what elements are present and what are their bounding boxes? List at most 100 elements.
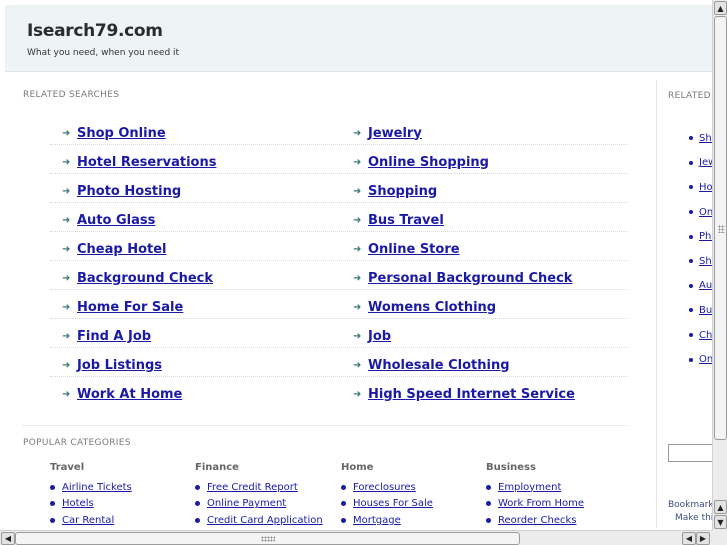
search-link[interactable]: Personal Background Check	[368, 271, 572, 286]
category-link[interactable]: Airline Tickets	[62, 482, 132, 493]
related-searches-heading: RELATED SEARCHES	[23, 90, 120, 100]
sidebar-link[interactable]: Pho	[699, 231, 713, 242]
list-item[interactable]: Employment	[486, 479, 626, 496]
category-link[interactable]: Hotels	[62, 498, 94, 509]
search-link[interactable]: Shopping	[368, 184, 437, 199]
list-item[interactable]: Online Payment	[195, 496, 335, 513]
search-link[interactable]: Jewelry	[368, 126, 422, 141]
sidebar-link[interactable]: Sho	[699, 133, 713, 144]
link-item[interactable]: ➜ Work At Home	[62, 386, 182, 402]
link-item[interactable]: ➜ Jewelry	[353, 125, 422, 141]
list-item[interactable]: On	[689, 200, 713, 225]
category-link[interactable]: Mortgage	[353, 515, 401, 526]
list-item[interactable]: Sho	[689, 126, 713, 151]
link-item[interactable]: ➜ Womens Clothing	[353, 299, 496, 315]
category-link[interactable]: Free Credit Report	[207, 482, 298, 493]
horizontal-scroll-thumb[interactable]	[15, 532, 520, 545]
list-item[interactable]: Bus	[689, 298, 713, 323]
search-link[interactable]: Shop Online	[77, 126, 166, 141]
sidebar-link[interactable]: Ho	[699, 182, 713, 193]
list-item[interactable]: Mortgage	[341, 512, 481, 529]
link-item[interactable]: ➜ Online Shopping	[353, 154, 489, 170]
link-item[interactable]: ➜ Cheap Hotel	[62, 241, 167, 257]
category-link[interactable]: Credit Card Application	[207, 515, 323, 526]
link-item[interactable]: ➜ Find A Job	[62, 328, 151, 344]
sidebar-link[interactable]: On	[699, 207, 713, 218]
list-item[interactable]: Aut	[689, 274, 713, 299]
list-item[interactable]: Sho	[689, 249, 713, 274]
link-item[interactable]: ➜ Shopping	[353, 183, 437, 199]
triangle-up-icon[interactable]: ▲	[714, 1, 727, 15]
search-link[interactable]: Hotel Reservations	[77, 155, 216, 170]
search-link[interactable]: Job Listings	[77, 358, 162, 373]
search-link[interactable]: Auto Glass	[77, 213, 155, 228]
category-link[interactable]: Work From Home	[498, 498, 584, 509]
category-link[interactable]: Reorder Checks	[498, 515, 576, 526]
list-item[interactable]: On	[689, 347, 713, 372]
list-item[interactable]: Work From Home	[486, 496, 626, 513]
triangle-down-icon[interactable]: ▼	[714, 515, 727, 529]
search-link[interactable]: Find A Job	[77, 329, 151, 344]
sidebar-link[interactable]: Sho	[699, 256, 713, 267]
search-link[interactable]: Cheap Hotel	[77, 242, 167, 257]
sidebar-link[interactable]: Aut	[699, 280, 713, 291]
list-item[interactable]: Houses For Sale	[341, 496, 481, 513]
triangle-left-icon[interactable]: ◀	[682, 532, 696, 545]
link-item[interactable]: ➜ Personal Background Check	[353, 270, 572, 286]
list-item[interactable]: Pho	[689, 224, 713, 249]
make-homepage-link[interactable]: Make thi	[668, 512, 713, 525]
search-link[interactable]: Background Check	[77, 271, 213, 286]
category-link[interactable]: Car Rental	[62, 515, 114, 526]
search-link[interactable]: Bus Travel	[368, 213, 444, 228]
list-item[interactable]: Car Rental	[50, 512, 190, 529]
category-link[interactable]: Foreclosures	[353, 482, 416, 493]
category-link[interactable]: Employment	[498, 482, 561, 493]
list-item[interactable]: Hotels	[50, 496, 190, 513]
bookmark-link[interactable]: Bookmark	[668, 499, 713, 512]
vertical-scroll-thumb[interactable]	[714, 16, 727, 440]
category-link[interactable]: Online Payment	[207, 498, 286, 509]
search-link[interactable]: Work At Home	[77, 387, 182, 402]
search-link[interactable]: Job	[368, 329, 391, 344]
site-tagline: What you need, when you need it	[27, 48, 180, 58]
link-item[interactable]: ➜ Photo Hosting	[62, 183, 181, 199]
triangle-right-icon[interactable]: ▶	[696, 532, 710, 545]
link-item[interactable]: ➜ Background Check	[62, 270, 213, 286]
search-link[interactable]: High Speed Internet Service	[368, 387, 575, 402]
list-item[interactable]: Ch	[689, 323, 713, 348]
sidebar-link[interactable]: On	[699, 354, 713, 365]
site-title[interactable]: Isearch79.com	[27, 21, 163, 41]
search-link[interactable]: Online Store	[368, 242, 460, 257]
sidebar-link[interactable]: Jew	[699, 157, 713, 168]
list-item[interactable]: Credit Card Application	[195, 512, 335, 529]
list-item[interactable]: Ho	[689, 175, 713, 200]
triangle-left-icon[interactable]: ◀	[1, 532, 15, 545]
sidebar-link[interactable]: Ch	[699, 330, 712, 341]
search-link[interactable]: Womens Clothing	[368, 300, 496, 315]
list-item[interactable]: Free Credit Report	[195, 479, 335, 496]
vertical-scrollbar[interactable]: ▲ ▲ ▼	[712, 0, 727, 530]
link-item[interactable]: ➜ Job Listings	[62, 357, 162, 373]
link-item[interactable]: ➜ High Speed Internet Service	[353, 386, 575, 402]
horizontal-scrollbar[interactable]: ◀ ◀ ▶	[0, 530, 712, 545]
link-item[interactable]: ➜ Hotel Reservations	[62, 154, 216, 170]
category-link[interactable]: Houses For Sale	[353, 498, 433, 509]
search-link[interactable]: Home For Sale	[77, 300, 183, 315]
link-item[interactable]: ➜ Shop Online	[62, 125, 166, 141]
link-item[interactable]: ➜ Bus Travel	[353, 212, 444, 228]
sidebar-link[interactable]: Bus	[699, 305, 713, 316]
link-item[interactable]: ➜ Auto Glass	[62, 212, 155, 228]
sidebar-search-input[interactable]	[668, 444, 713, 462]
search-link[interactable]: Online Shopping	[368, 155, 489, 170]
search-link[interactable]: Wholesale Clothing	[368, 358, 510, 373]
list-item[interactable]: Jew	[689, 151, 713, 176]
list-item[interactable]: Foreclosures	[341, 479, 481, 496]
link-item[interactable]: ➜ Home For Sale	[62, 299, 183, 315]
list-item[interactable]: Reorder Checks	[486, 512, 626, 529]
link-item[interactable]: ➜ Online Store	[353, 241, 460, 257]
link-item[interactable]: ➜ Wholesale Clothing	[353, 357, 510, 373]
link-item[interactable]: ➜ Job	[353, 328, 391, 344]
search-link[interactable]: Photo Hosting	[77, 184, 181, 199]
triangle-up-icon[interactable]: ▲	[714, 500, 727, 514]
list-item[interactable]: Airline Tickets	[50, 479, 190, 496]
